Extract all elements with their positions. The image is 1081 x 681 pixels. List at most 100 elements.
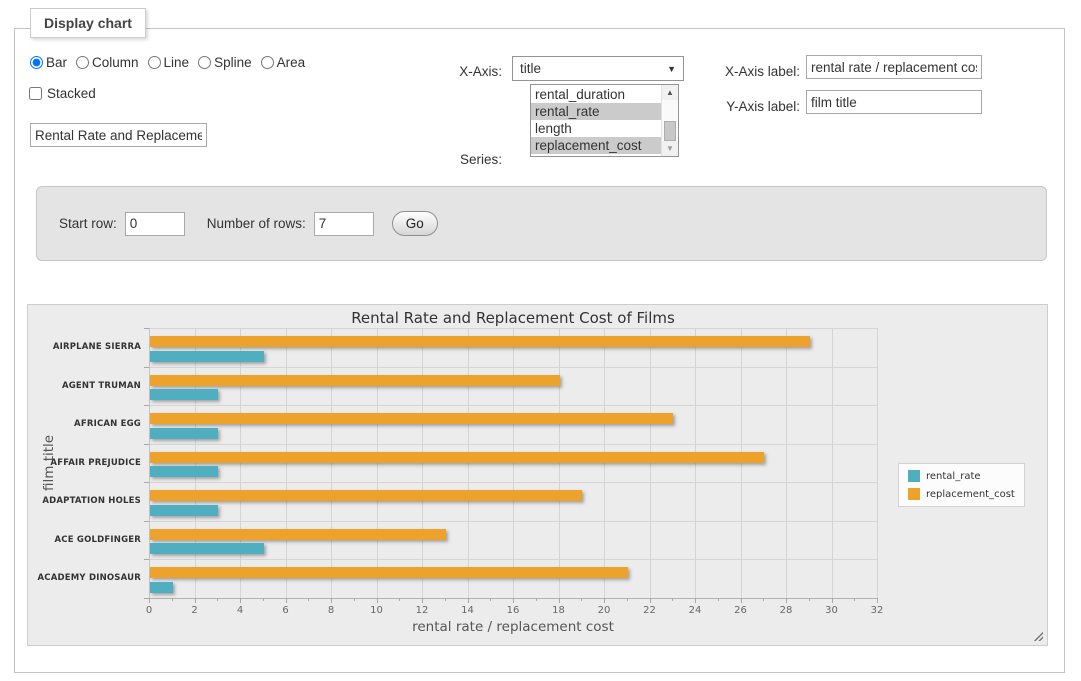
series-option-rental_rate[interactable]: rental_rate xyxy=(531,103,661,120)
x-axis-tick xyxy=(650,598,651,603)
chart-x-axis-title: rental rate / replacement cost xyxy=(149,619,877,635)
x-axis-tick xyxy=(286,598,287,603)
x-gridline xyxy=(832,328,833,598)
chart-type-radio-bar[interactable] xyxy=(30,56,43,69)
x-axis-tick xyxy=(195,598,196,603)
y-axis-label-input[interactable] xyxy=(806,90,982,114)
series-option-replacement_cost[interactable]: replacement_cost xyxy=(531,137,661,154)
x-tick-label: 0 xyxy=(132,605,166,616)
chart-type-radio-line[interactable] xyxy=(148,56,161,69)
x-axis-tick xyxy=(240,598,241,603)
category-label: AIRPLANE SIERRA xyxy=(20,328,141,367)
y-axis-tick xyxy=(144,521,149,522)
bar-rental_rate xyxy=(150,505,218,516)
x-axis-tick xyxy=(263,598,264,601)
x-tick-label: 6 xyxy=(269,605,303,616)
x-axis-tick xyxy=(377,598,378,603)
bar-rental_rate xyxy=(150,466,218,477)
y-axis-tick xyxy=(144,328,149,329)
x-axis-tick xyxy=(536,598,537,601)
x-tick-label: 18 xyxy=(542,605,576,616)
chart-title-input[interactable] xyxy=(30,123,207,147)
go-button[interactable]: Go xyxy=(392,211,438,236)
chart-type-radio-label: Spline xyxy=(214,55,252,70)
x-tick-label: 2 xyxy=(178,605,212,616)
bar-replacement_cost xyxy=(150,490,582,501)
x-axis-select-value: title xyxy=(520,61,541,76)
x-axis-tick xyxy=(672,598,673,601)
series-listbox-items: rental_durationrental_ratelengthreplacem… xyxy=(531,85,661,156)
x-gridline xyxy=(513,328,514,598)
x-tick-label: 22 xyxy=(633,605,667,616)
fieldset-legend: Display chart xyxy=(30,8,146,38)
chart-type-radio-label: Bar xyxy=(46,55,67,70)
chart-type-radios: BarColumnLineSplineArea xyxy=(30,53,310,71)
x-axis-label-input[interactable] xyxy=(806,55,982,79)
x-gridline xyxy=(695,328,696,598)
y-axis-line xyxy=(149,328,150,598)
chart-type-option-bar: Bar xyxy=(30,55,67,70)
legend-swatch-icon xyxy=(908,488,920,500)
bar-rental_rate xyxy=(150,351,264,362)
chart-type-radio-label: Line xyxy=(164,55,190,70)
legend-item-rental_rate[interactable]: rental_rate xyxy=(908,470,1015,482)
x-axis-tick xyxy=(513,598,514,603)
x-tick-label: 30 xyxy=(815,605,849,616)
legend-item-replacement_cost[interactable]: replacement_cost xyxy=(908,488,1015,500)
chart-type-radio-spline[interactable] xyxy=(198,56,211,69)
start-row-input[interactable] xyxy=(125,212,185,236)
series-list-label: Series: xyxy=(407,148,502,172)
chart-type-option-spline: Spline xyxy=(198,55,252,70)
series-option-length[interactable]: length xyxy=(531,120,661,137)
x-tick-label: 16 xyxy=(496,605,530,616)
bar-replacement_cost xyxy=(150,567,628,578)
category-label: ACE GOLDFINGER xyxy=(20,521,141,560)
row-controls-panel: Start row: Number of rows: Go xyxy=(36,186,1047,261)
x-axis-tick xyxy=(877,598,878,603)
chart-type-radio-area[interactable] xyxy=(261,56,274,69)
y-axis-tick xyxy=(144,559,149,560)
y-axis-tick xyxy=(144,444,149,445)
scroll-down-icon[interactable]: ▼ xyxy=(662,141,678,156)
chart-title: Rental Rate and Replacement Cost of Film… xyxy=(149,309,877,327)
x-axis-select[interactable]: title ▼ xyxy=(512,56,684,81)
chart-panel: Rental Rate and Replacement Cost of Film… xyxy=(27,304,1048,646)
plot-area: AIRPLANE SIERRAAGENT TRUMANAFRICAN EGGAF… xyxy=(149,328,877,598)
y-axis-tick xyxy=(144,405,149,406)
legend-label: replacement_cost xyxy=(926,489,1015,500)
series-option-rental_duration[interactable]: rental_duration xyxy=(531,86,661,103)
x-tick-label: 20 xyxy=(587,605,621,616)
stacked-checkbox-group: Stacked xyxy=(29,86,96,101)
bar-replacement_cost xyxy=(150,375,560,386)
legend-swatch-icon xyxy=(908,470,920,482)
x-axis-tick xyxy=(763,598,764,601)
number-of-rows-input[interactable] xyxy=(314,212,374,236)
x-axis-tick xyxy=(149,598,150,603)
category-label: AGENT TRUMAN xyxy=(20,367,141,406)
x-tick-label: 12 xyxy=(405,605,439,616)
x-tick-label: 14 xyxy=(451,605,485,616)
x-axis-tick xyxy=(354,598,355,601)
chart-type-option-column: Column xyxy=(76,55,139,70)
x-axis-tick xyxy=(172,598,173,601)
chart-legend[interactable]: rental_rate replacement_cost xyxy=(898,463,1025,507)
resize-grip-icon[interactable] xyxy=(1032,630,1043,641)
bar-replacement_cost xyxy=(150,529,446,540)
series-listbox[interactable]: rental_durationrental_ratelengthreplacem… xyxy=(530,84,679,157)
x-tick-label: 32 xyxy=(860,605,894,616)
x-tick-label: 8 xyxy=(314,605,348,616)
x-tick-label: 28 xyxy=(769,605,803,616)
x-axis-tick xyxy=(217,598,218,601)
x-tick-label: 4 xyxy=(223,605,257,616)
bar-replacement_cost xyxy=(150,452,764,463)
stacked-checkbox[interactable] xyxy=(29,87,42,100)
scrollbar-thumb[interactable] xyxy=(664,121,676,141)
x-axis-tick xyxy=(422,598,423,603)
category-label: ADAPTATION HOLES xyxy=(20,482,141,521)
x-gridline xyxy=(377,328,378,598)
category-label: AFRICAN EGG xyxy=(20,405,141,444)
chart-type-radio-column[interactable] xyxy=(76,56,89,69)
x-gridline xyxy=(559,328,560,598)
x-gridline xyxy=(741,328,742,598)
x-axis-tick xyxy=(445,598,446,601)
